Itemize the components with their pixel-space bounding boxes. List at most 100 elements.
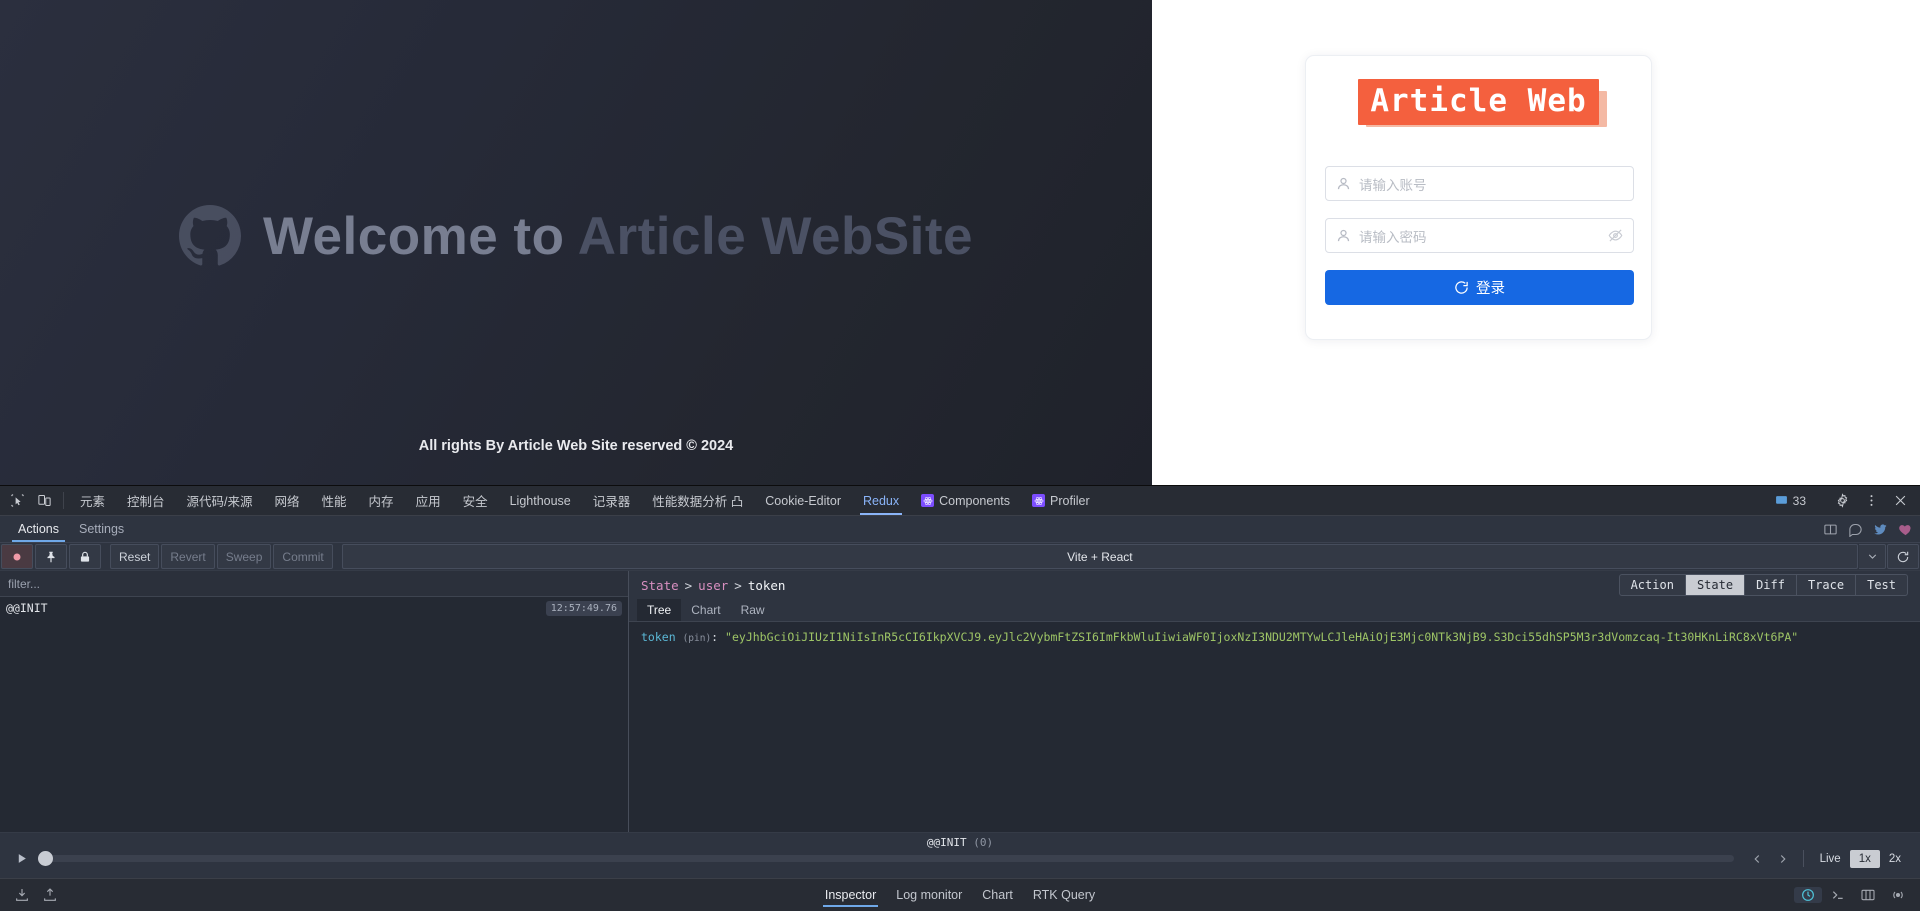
- devtools-tab-profiler[interactable]: Profiler: [1021, 486, 1101, 515]
- refresh-button[interactable]: [1887, 544, 1919, 569]
- more-vertical-icon[interactable]: [1858, 493, 1885, 508]
- actions-pane: filter... @@INIT 12:57:49.76: [0, 571, 629, 832]
- console-message-badge[interactable]: 33: [1767, 494, 1814, 508]
- react-icon: [1032, 494, 1046, 507]
- breadcrumb-items: State > user > token: [641, 578, 785, 593]
- monitor-tab-log-monitor[interactable]: Log monitor: [888, 882, 970, 909]
- state-view-tab-chart[interactable]: Chart: [681, 599, 730, 621]
- slider-divider: [1802, 850, 1804, 867]
- device-toolbar-icon[interactable]: [31, 486, 58, 515]
- breadcrumb-item-token: token: [747, 577, 786, 593]
- devtools-tab-label: Lighthouse: [509, 493, 571, 508]
- breadcrumb-item-state[interactable]: State: [641, 578, 679, 593]
- action-list-item[interactable]: @@INIT 12:57:49.76: [0, 597, 628, 619]
- state-view-tab-raw[interactable]: Raw: [731, 599, 775, 621]
- state-value[interactable]: "eyJhbGciOiJIUzI1NiIsInR5cCI6IkpXVCJ9.ey…: [725, 630, 1798, 644]
- inspector-tab-diff[interactable]: Diff: [1745, 574, 1797, 596]
- slider-action-name: @@INIT: [926, 836, 967, 849]
- instance-dropdown-button[interactable]: [1859, 544, 1886, 569]
- slider-thumb[interactable]: [38, 851, 53, 866]
- instance-label: Vite + React: [1067, 549, 1133, 564]
- breadcrumb-separator: >: [734, 577, 742, 593]
- password-field[interactable]: 请输入密码: [1325, 218, 1634, 253]
- hero-section: Welcome to Article WebSite All rights By…: [0, 0, 1152, 485]
- playback-speed-2x[interactable]: 2x: [1880, 850, 1910, 868]
- monitor-tab-rtk-query[interactable]: RTK Query: [1025, 882, 1103, 909]
- login-pane: Article Web 请输入账号 请输入密码 登录: [1152, 0, 1920, 485]
- password-placeholder: 请输入密码: [1359, 229, 1427, 245]
- record-toggle-button[interactable]: [1, 544, 33, 569]
- state-key[interactable]: token: [641, 630, 676, 644]
- redux-panel-tab-list: Actions Settings: [8, 516, 134, 542]
- twitter-icon[interactable]: [1873, 522, 1888, 537]
- time-travel-slider[interactable]: [38, 851, 1734, 866]
- sweep-button: Sweep: [216, 544, 272, 569]
- username-field[interactable]: 请输入账号: [1325, 166, 1634, 201]
- action-filter-input[interactable]: filter...: [0, 571, 628, 597]
- action-list: @@INIT 12:57:49.76: [0, 597, 628, 832]
- playback-speed-1x[interactable]: 1x: [1849, 849, 1880, 868]
- devtools-tab-cookie-editor[interactable]: Cookie-Editor: [754, 486, 852, 515]
- breadcrumb-item-user[interactable]: user: [698, 578, 728, 593]
- devtools-tab-redux[interactable]: Redux: [852, 486, 910, 515]
- state-view-tab-tree[interactable]: Tree: [637, 599, 682, 621]
- redux-body: filter... @@INIT 12:57:49.76 State > user > t…: [0, 571, 1920, 832]
- devtools-tabbar-actions: 33: [1767, 486, 1920, 515]
- monitor-tab-chart[interactable]: Chart: [974, 882, 1021, 909]
- heart-icon[interactable]: [1898, 522, 1913, 537]
- devtools-tab-[interactable]: 内存: [358, 486, 405, 515]
- devtools-tab-[interactable]: 元素: [69, 486, 116, 515]
- devtools-tab-[interactable]: 性能数据分析 凸: [641, 486, 754, 515]
- slider-current-action: @@INIT (0): [0, 836, 1920, 849]
- state-tree-view: token (pin): "eyJhbGciOiJIUzI1NiIsInR5cC…: [629, 622, 1920, 832]
- brand-wrap: Article Web: [1306, 79, 1651, 127]
- inspect-element-icon[interactable]: [4, 486, 31, 515]
- split-layout-icon[interactable]: [1823, 522, 1838, 537]
- pin-button[interactable]: [35, 544, 67, 569]
- site-footer-text: All rights By Article Web Site reserved …: [418, 438, 734, 454]
- devtools-tab-[interactable]: 应用: [405, 486, 452, 515]
- state-colon: :: [711, 630, 719, 644]
- username-placeholder: 请输入账号: [1359, 177, 1427, 193]
- login-submit-button[interactable]: 登录: [1325, 270, 1634, 305]
- devtools-tab-[interactable]: 网络: [264, 486, 311, 515]
- live-button[interactable]: Live: [1811, 850, 1850, 868]
- gear-icon[interactable]: [1829, 493, 1856, 508]
- devtools-tab-label: 记录器: [592, 495, 631, 509]
- redux-toolbar: Reset Revert Sweep Commit Vite + React: [0, 543, 1920, 571]
- monitor-tab-inspector[interactable]: Inspector: [817, 882, 884, 909]
- redux-panel-tools: [1823, 516, 1920, 542]
- inspector-tab-action[interactable]: Action: [1618, 574, 1686, 596]
- devtools-tab-[interactable]: 安全: [452, 486, 499, 515]
- chevron-left-icon: [1754, 854, 1759, 863]
- devtools-tab-list: 元素 控制台 源代码/来源 网络 性能 内存 应用 安全 Lighthouse 记录器 性能数据分析…: [69, 486, 1101, 515]
- devtools-tab-[interactable]: 控制台: [116, 486, 176, 515]
- inspector-tab-trace[interactable]: Trace: [1796, 574, 1857, 596]
- redux-tab-actions[interactable]: Actions: [8, 516, 69, 542]
- devtools-tab-lighthouse[interactable]: Lighthouse: [499, 486, 582, 515]
- user-icon: [1336, 228, 1351, 243]
- devtools-tab-[interactable]: 记录器: [582, 486, 642, 515]
- redux-tab-settings[interactable]: Settings: [69, 516, 134, 542]
- devtools-tab-[interactable]: 源代码/来源: [176, 486, 264, 515]
- lock-button[interactable]: [69, 544, 101, 569]
- record-icon: [13, 553, 21, 560]
- next-action-button[interactable]: [1770, 852, 1796, 866]
- reset-button[interactable]: Reset: [110, 544, 160, 569]
- lock-icon: [80, 551, 90, 562]
- instance-selector[interactable]: Vite + React: [341, 544, 1858, 569]
- devtools-tab-[interactable]: 性能: [311, 486, 358, 515]
- state-key-meta[interactable]: (pin): [683, 633, 712, 644]
- previous-action-button[interactable]: [1744, 852, 1770, 866]
- breadcrumb-separator: >: [684, 577, 693, 593]
- chat-icon[interactable]: [1848, 522, 1863, 537]
- eye-off-icon[interactable]: [1608, 228, 1623, 243]
- close-icon[interactable]: [1887, 493, 1914, 508]
- devtools-statusbar: Inspector Log monitor Chart RTK Query: [0, 878, 1920, 911]
- inspector-tab-state[interactable]: State: [1685, 574, 1746, 596]
- message-count: 33: [1792, 493, 1806, 508]
- inspector-tab-test[interactable]: Test: [1856, 574, 1908, 596]
- devtools-tab-components[interactable]: Components: [910, 486, 1021, 515]
- devtools-tab-label: Components: [939, 493, 1011, 508]
- play-button[interactable]: [10, 852, 32, 865]
